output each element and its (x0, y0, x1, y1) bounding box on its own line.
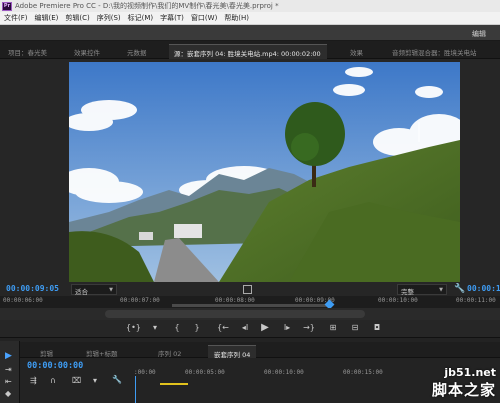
menu-marker[interactable]: 标记(M) (128, 13, 154, 23)
add-marker-icon[interactable]: ▾ (93, 376, 97, 385)
step-back-icon[interactable]: ◂I (238, 321, 252, 335)
menu-bar: 文件(F) 编辑(E) 剪辑(C) 序列(S) 标记(M) 字幕(T) 窗口(W… (0, 12, 500, 25)
tab-source-label: 源：嵌套序列 04: 胜境关电站.mp4: 00:00:02:00 (174, 50, 321, 58)
monitor-time-ruler[interactable]: 00:00:06:00 00:00:07:00 00:00:08:00 00:0… (0, 296, 500, 310)
timeline-ruler-label: 00:00:10:00 (264, 369, 304, 376)
in-out-range (172, 304, 332, 307)
menu-window[interactable]: 窗口(W) (191, 13, 217, 23)
scrollbar-thumb[interactable] (105, 310, 365, 318)
resolution-value: 完整 (401, 288, 414, 296)
menu-help[interactable]: 帮助(H) (224, 13, 249, 23)
menu-title[interactable]: 字幕(T) (160, 13, 184, 23)
tab-effect-controls-label: 效果控件 (74, 49, 100, 57)
tab-project[interactable]: 项目：春光美 (8, 44, 47, 59)
workspace-bar: 编辑 (0, 25, 500, 41)
ruler-label: 00:00:08:00 (215, 297, 255, 304)
step-forward-icon[interactable]: I▸ (280, 321, 294, 335)
tab-metadata[interactable]: 元数据 (127, 44, 147, 59)
razor-tool-icon[interactable]: ◆ (5, 389, 11, 398)
monitor-zoom-scrollbar[interactable] (0, 308, 500, 320)
linked-selection-icon[interactable]: ⌧ (72, 376, 81, 385)
go-to-in-icon[interactable]: {← (216, 321, 230, 335)
tab-audio-mixer-label: 音频剪辑混合器：胜境关电站 (392, 49, 477, 57)
timeline-tab-label: 剪辑+标题 (86, 350, 118, 358)
timeline-timecode[interactable]: 00:00:00:00 (27, 361, 83, 371)
tab-audio-clip-mixer[interactable]: 音频剪辑混合器：胜境关电站 (392, 44, 477, 59)
ripple-edit-tool-icon[interactable]: ⇤ (5, 377, 12, 386)
chevron-down-icon: ▼ (439, 287, 443, 293)
mark-out-bracket-icon[interactable]: } (190, 321, 204, 335)
menu-clip[interactable]: 剪辑(C) (65, 13, 89, 23)
settings-icon[interactable] (243, 285, 252, 294)
menu-file[interactable]: 文件(F) (4, 13, 28, 23)
tools-panel: ▶ ⇥ ⇤ ◆ (0, 341, 20, 403)
tab-project-label: 项目：春光美 (8, 49, 47, 57)
video-frame[interactable] (69, 62, 460, 282)
zoom-value: 适合 (75, 288, 88, 296)
snap-icon[interactable]: ∩ (50, 376, 56, 385)
mark-in-icon[interactable]: {•} (126, 321, 141, 335)
work-area-bar[interactable] (160, 383, 188, 385)
menu-edit[interactable]: 编辑(E) (35, 13, 59, 23)
menu-sequence[interactable]: 序列(S) (97, 13, 121, 23)
play-icon[interactable]: ▶ (258, 321, 272, 335)
export-frame-icon[interactable]: ◘ (370, 321, 384, 335)
timeline-tab-label: 序列 02 (158, 350, 182, 358)
watermark-site: jb51.net (444, 366, 496, 379)
selection-tool-icon[interactable]: ▶ (5, 351, 12, 361)
timeline-playhead[interactable] (135, 376, 136, 403)
current-timecode[interactable]: 00:00:09:05 (6, 284, 59, 293)
watermark-name: 脚本之家 (431, 381, 496, 399)
tab-effects-label: 效果 (350, 49, 363, 57)
playback-resolution-dropdown[interactable]: 完整 ▼ (397, 284, 447, 296)
title-bar: Pr Adobe Premiere Pro CC - D:\我的视频制作\我们的… (0, 0, 500, 12)
tab-source-monitor[interactable]: 源：嵌套序列 04: 胜境关电站.mp4: 00:00:02:00 (169, 44, 327, 59)
mark-in-bracket-icon[interactable]: { (170, 321, 184, 335)
ruler-label: 00:00:07:00 (120, 297, 160, 304)
track-select-tool-icon[interactable]: ⇥ (5, 365, 12, 374)
chevron-down-icon: ▼ (109, 287, 113, 293)
timeline-tab-label: 剪辑 (40, 350, 53, 358)
go-to-out-icon[interactable]: →} (302, 321, 316, 335)
tab-metadata-label: 元数据 (127, 49, 147, 57)
timeline-ruler-label: :00:00 (134, 369, 156, 376)
overwrite-icon[interactable]: ⊟ (348, 321, 362, 335)
ruler-label: 00:00:06:00 (3, 297, 43, 304)
add-marker-icon[interactable]: ▾ (148, 321, 162, 335)
insert-icon[interactable]: ⊞ (326, 321, 340, 335)
wrench-icon[interactable]: 🔧 (454, 284, 465, 294)
zoom-dropdown[interactable]: 适合 ▼ (71, 284, 117, 296)
ruler-label: 00:00:10:00 (378, 297, 418, 304)
ruler-label: 00:00:11:00 (456, 297, 496, 304)
timeline-tabs-row: 剪辑 剪辑+标题 序列 02 嵌套序列 04 (20, 342, 500, 360)
nest-sequence-icon[interactable]: ⇶ (30, 376, 37, 385)
tab-effects[interactable]: 效果 (350, 44, 363, 59)
premiere-logo-icon: Pr (2, 1, 12, 11)
timeline-ruler-label: 00:00:05:00 (185, 369, 225, 376)
workspace-edit-tab[interactable]: 编辑 (472, 29, 486, 39)
watermark: jb51.net 脚本之家 (432, 366, 496, 400)
wrench-icon[interactable]: 🔧 (112, 375, 122, 384)
tab-effect-controls[interactable]: 效果控件 (74, 44, 100, 59)
video-frame-image (69, 62, 460, 282)
timeline-ruler-label: 00:00:15:00 (343, 369, 383, 376)
window-title: Adobe Premiere Pro CC - D:\我的视频制作\我们的MV制… (15, 2, 279, 10)
duration-timecode: 00:00:10:00 (467, 284, 500, 293)
timeline-panel (20, 358, 500, 403)
panel-tabs-row: 项目：春光美 效果控件 元数据 源：嵌套序列 04: 胜境关电站.mp4: 00… (0, 41, 500, 59)
